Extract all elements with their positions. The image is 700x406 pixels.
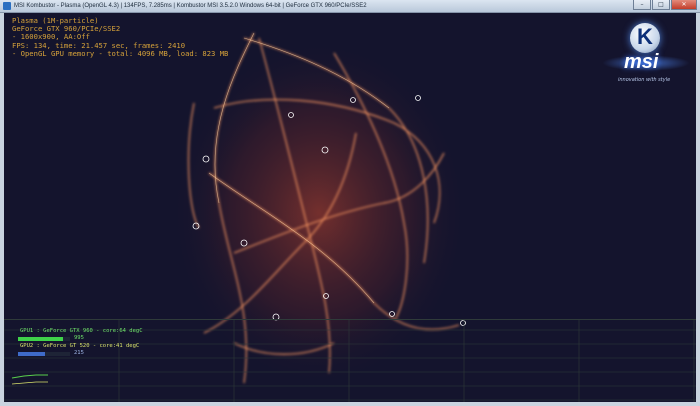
gpu2-history-line xyxy=(11,381,48,385)
gpu2-usage-fill xyxy=(18,352,46,356)
gpu-monitor-hud: GPU1 : GeForce GTX 960 - core:64 degC 99… xyxy=(4,319,696,402)
overlay-line-memory: - OpenGL GPU memory - total: 4096 MB, lo… xyxy=(12,48,229,58)
gpu2-value: 215 xyxy=(74,350,84,356)
gpu1-value: 995 xyxy=(74,335,84,341)
logo-letter: K xyxy=(637,24,653,49)
kombustor-k-icon: K xyxy=(630,23,660,53)
window-title: MSI Kombustor - Plasma (OpenGL 4.3) | 13… xyxy=(14,1,367,11)
msi-brand-text: msi xyxy=(624,51,659,73)
msi-kombustor-logo: K msi innovation with style xyxy=(602,21,690,93)
gpu1-history-line xyxy=(11,374,48,379)
window-title-text: MSI Kombustor - Plasma (OpenGL 4.3) | 13… xyxy=(14,3,367,9)
kombustor-window: MSI Kombustor - Plasma (OpenGL 4.3) | 13… xyxy=(0,0,700,406)
maximize-icon: □ xyxy=(658,1,664,8)
title-bar[interactable]: MSI Kombustor - Plasma (OpenGL 4.3) | 13… xyxy=(0,0,700,13)
stats-overlay: Plasma (1M-particle) GeForce GTX 960/PCI… xyxy=(12,16,229,58)
gpu2-usage-bar xyxy=(18,352,70,356)
logo-slogan: innovation with style xyxy=(618,77,671,83)
maximize-button[interactable]: □ xyxy=(652,0,670,10)
gpu1-usage-fill xyxy=(18,337,63,341)
close-button[interactable]: ✕ xyxy=(671,0,697,10)
render-viewport[interactable]: Plasma (1M-particle) GeForce GTX 960/PCI… xyxy=(4,13,696,402)
gpu2-label: GPU2 : GeForce GT 520 - core:41 degC xyxy=(20,343,140,349)
app-icon xyxy=(3,2,11,10)
minimize-icon: – xyxy=(640,1,644,8)
window-controls: – □ ✕ xyxy=(633,0,697,11)
gpu1-usage-bar xyxy=(18,337,70,341)
minimize-button[interactable]: – xyxy=(633,0,651,10)
close-icon: ✕ xyxy=(681,1,687,8)
gpu1-label: GPU1 : GeForce GTX 960 - core:64 degC xyxy=(20,328,143,334)
